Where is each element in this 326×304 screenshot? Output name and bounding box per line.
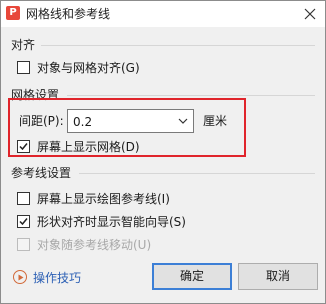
align-section-title: 对齐: [11, 38, 36, 52]
smart-guides-option[interactable]: 形状对齐时显示智能向导(S): [17, 214, 237, 230]
dialog-title: 网格线和参考线: [26, 7, 111, 21]
move-with-guides-option: 对象随参考线移动(U): [17, 237, 217, 253]
spacing-label: 间距(P):: [19, 114, 64, 128]
grid-and-guides-dialog: P 网格线和参考线 对齐 对象与网格对齐(G) 网格设置 间距(P): 0.2 …: [0, 0, 326, 304]
show-drawing-guides-option[interactable]: 屏幕上显示绘图参考线(I): [17, 191, 237, 207]
chevron-down-icon: [178, 118, 188, 124]
close-button[interactable]: [299, 3, 321, 25]
app-icon: P: [6, 6, 20, 20]
close-icon: [304, 8, 316, 20]
snap-to-grid-checkbox[interactable]: [17, 61, 30, 74]
spacing-select[interactable]: 0.2: [67, 109, 194, 133]
show-drawing-guides-label: 屏幕上显示绘图参考线(I): [37, 192, 170, 206]
snap-to-grid-label: 对象与网格对齐(G): [37, 61, 140, 75]
align-section-divider: [41, 45, 315, 46]
title-bar: P 网格线和参考线: [1, 1, 325, 27]
show-grid-checkbox[interactable]: [17, 140, 30, 153]
show-grid-option[interactable]: 屏幕上显示网格(D): [17, 139, 217, 155]
move-with-guides-checkbox: [17, 238, 30, 251]
smart-guides-checkbox[interactable]: [17, 215, 30, 228]
move-with-guides-label: 对象随参考线移动(U): [37, 238, 152, 252]
checkmark-icon: [19, 218, 28, 226]
checkmark-icon: [19, 143, 28, 151]
show-grid-label: 屏幕上显示网格(D): [37, 140, 140, 154]
cancel-button[interactable]: 取消: [238, 263, 318, 290]
guide-section-divider: [79, 173, 315, 174]
ok-button[interactable]: 确定: [152, 263, 232, 290]
guide-section-title: 参考线设置: [11, 166, 72, 180]
app-icon-glyph: P: [9, 7, 17, 18]
play-icon: [13, 270, 27, 284]
show-drawing-guides-checkbox[interactable]: [17, 192, 30, 205]
spacing-select-value: 0.2: [73, 115, 93, 129]
smart-guides-label: 形状对齐时显示智能向导(S): [37, 215, 186, 229]
spacing-unit: 厘米: [203, 114, 228, 128]
snap-to-grid-option[interactable]: 对象与网格对齐(G): [17, 60, 217, 76]
tips-label: 操作技巧: [33, 271, 82, 285]
grid-section-divider: [67, 95, 315, 96]
